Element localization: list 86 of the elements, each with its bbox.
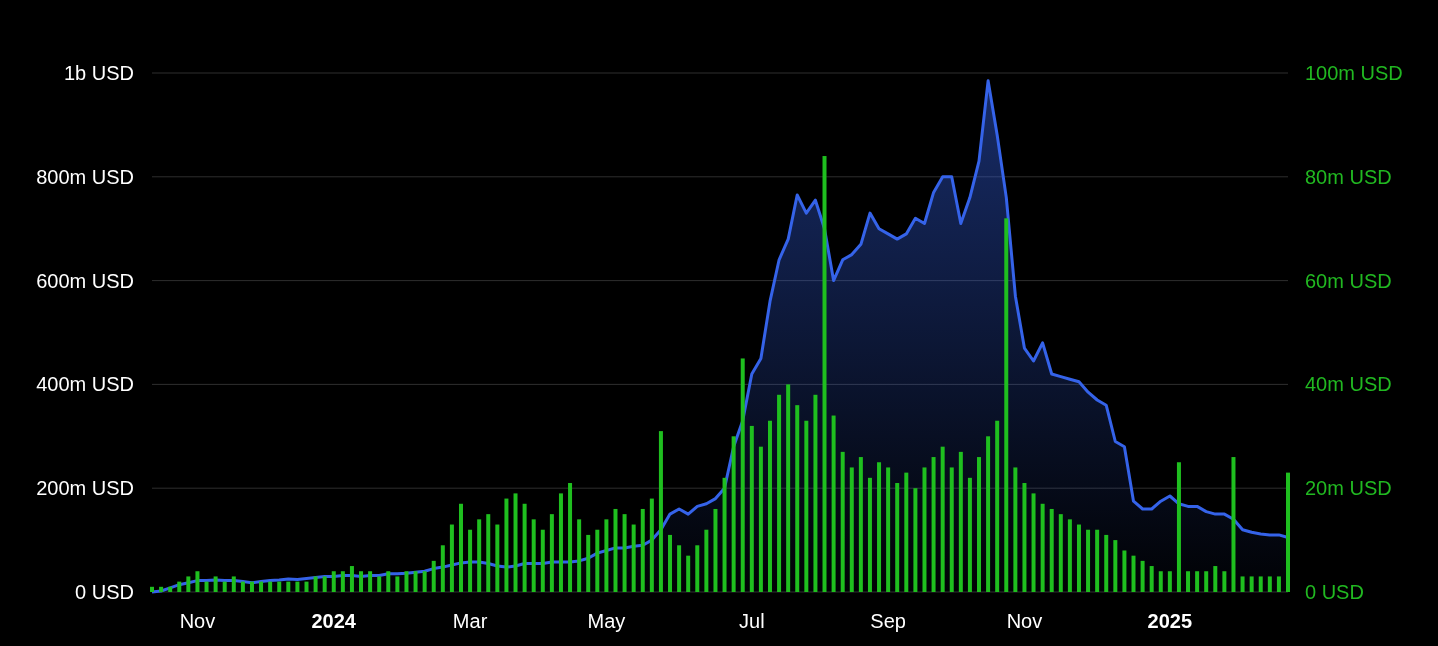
volume-bar	[240, 581, 245, 592]
volume-bar	[186, 576, 191, 592]
axis-label: 600m USD	[36, 269, 134, 292]
volume-bar	[704, 529, 709, 592]
volume-bar	[231, 576, 236, 592]
volume-bar	[1077, 524, 1081, 592]
axis-label: 200m USD	[36, 477, 134, 500]
volume-bar	[195, 571, 200, 592]
volume-bar	[468, 529, 473, 592]
volume-bar	[1149, 566, 1154, 592]
volume-bar	[540, 529, 545, 592]
axis-label: 60m USD	[1305, 269, 1392, 292]
axis-label: 400m USD	[36, 373, 134, 396]
volume-bar	[1222, 571, 1227, 592]
axis-label: Jul	[739, 610, 765, 632]
axis-label: Nov	[179, 610, 216, 632]
volume-bar	[204, 581, 209, 592]
volume-bar	[340, 571, 345, 592]
volume-bar	[313, 576, 318, 592]
volume-bar	[159, 586, 164, 592]
volume-bar	[268, 581, 273, 592]
volume-bar	[1131, 555, 1136, 592]
axis-label: 0 USD	[75, 581, 134, 603]
volume-bar	[422, 571, 427, 592]
volume-bar	[695, 545, 700, 592]
volume-bar	[395, 576, 400, 592]
volume-bar	[1258, 576, 1263, 592]
volume-bar	[386, 571, 391, 592]
volume-bar	[331, 571, 336, 592]
volume-bar	[677, 545, 682, 592]
volume-bar	[359, 571, 363, 592]
axis-label: 100m USD	[1305, 62, 1403, 84]
volume-bar	[377, 576, 382, 592]
volume-bar	[1186, 571, 1191, 592]
volume-bar	[404, 571, 409, 592]
volume-bar	[1122, 550, 1127, 592]
volume-bar	[1213, 566, 1218, 592]
volume-bar	[449, 524, 454, 592]
volume-bar	[595, 529, 600, 592]
axis-label: 2025	[1147, 610, 1193, 632]
volume-bar	[1195, 571, 1200, 592]
volume-bar	[295, 581, 300, 592]
volume-bar	[322, 576, 327, 592]
volume-bar	[1240, 576, 1245, 592]
volume-bar	[1276, 576, 1281, 592]
axis-label: 0 USD	[1305, 581, 1364, 603]
volume-bar	[1113, 540, 1118, 592]
axis-label: Nov	[1006, 610, 1043, 632]
axis-label: 80m USD	[1305, 165, 1392, 188]
volume-bar	[249, 581, 254, 592]
volume-bar	[286, 581, 291, 592]
axis-label: 1b USD	[63, 62, 134, 84]
volume-bar	[1095, 529, 1100, 592]
volume-bar	[495, 524, 500, 592]
volume-bar	[150, 586, 154, 592]
volume-bar	[668, 534, 672, 592]
volume-bar	[1249, 576, 1254, 592]
volume-bar	[349, 566, 354, 592]
volume-bar	[259, 581, 264, 592]
volume-bar	[222, 581, 227, 592]
volume-bar	[1158, 571, 1163, 592]
axis-label: 2024	[311, 610, 356, 632]
volume-bar	[1267, 576, 1272, 592]
volume-bar	[277, 581, 282, 592]
axis-label: May	[587, 610, 626, 632]
volume-bar	[413, 571, 418, 592]
axis-label: Sep	[870, 610, 906, 632]
volume-bar	[1204, 571, 1209, 592]
volume-bar	[1167, 571, 1172, 592]
axis-label: 800m USD	[36, 165, 134, 188]
volume-bar	[168, 586, 173, 592]
volume-bar	[586, 534, 591, 592]
volume-bar	[213, 576, 218, 592]
volume-bar	[368, 571, 373, 592]
volume-bar	[1086, 529, 1091, 592]
volume-bar	[431, 560, 436, 592]
axis-label: 40m USD	[1305, 373, 1392, 396]
volume-bar	[1140, 560, 1145, 592]
volume-bar	[686, 555, 691, 592]
volume-bar	[177, 581, 182, 592]
axis-label: Mar	[452, 610, 488, 632]
volume-bar	[440, 545, 445, 592]
volume-bar	[631, 524, 636, 592]
volume-bar	[304, 581, 309, 592]
volume-bar	[1104, 534, 1109, 592]
axis-label: 20m USD	[1305, 477, 1392, 500]
